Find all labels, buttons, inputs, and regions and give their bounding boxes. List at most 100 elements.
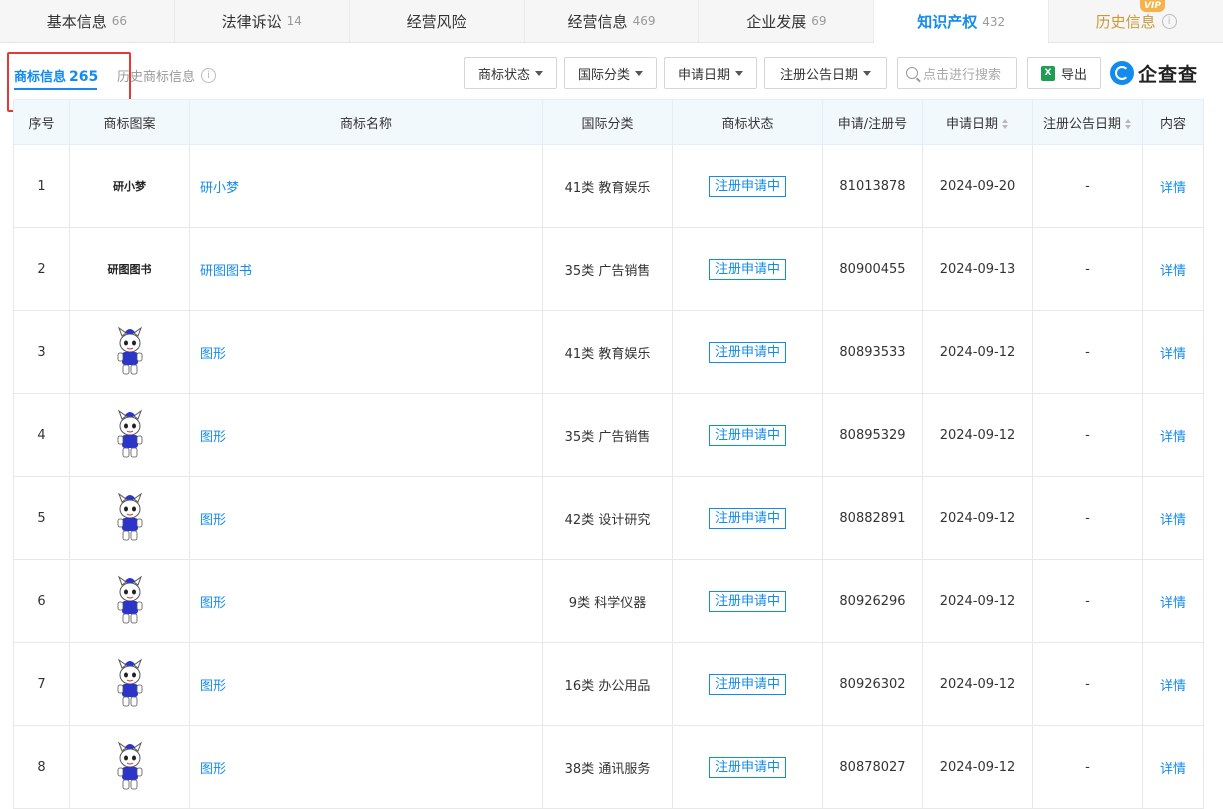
status-badge: 注册申请中 [708,756,786,778]
table-header-row: 序号 商标图案 商标名称 国际分类 商标状态 申请/注册号 申请日期 注册公告日… [13,99,1204,145]
detail-cell: 详情 [1142,144,1204,228]
tab-history-info[interactable]: 历史信息 i [1049,0,1223,42]
detail-link[interactable]: 详情 [1160,596,1186,611]
detail-cell: 详情 [1142,310,1204,394]
tab-count: 469 [632,14,656,28]
apply-date-filter-dropdown[interactable]: 申请日期 [664,57,757,89]
logo-text: 企查查 [1138,63,1199,86]
header-status: 商标状态 [672,99,823,145]
trademark-image-cell: 研小梦 [69,144,190,228]
search-icon [906,67,918,79]
apply-date-cell: 2024-09-12 [922,559,1033,643]
table-row: 8 图形 38类 通讯服务 注册申请中 80878027 2024-09-12- 详情 [13,725,1204,809]
trademark-name-cell: 图形 [189,476,543,560]
class-filter-dropdown[interactable]: 国际分类 [564,57,657,89]
apply-date-cell: 2024-09-12 [922,642,1033,726]
detail-cell: 详情 [1142,476,1204,560]
reg-no-cell: 80926302 [822,642,923,726]
status-badge: 注册申请中 [708,590,786,612]
tab-label: 经营风险 [406,12,467,31]
tab-basic-info[interactable]: 基本信息 66 [0,0,175,42]
row-number: 8 [13,725,70,809]
trademark-table: 序号 商标图案 商标名称 国际分类 商标状态 申请/注册号 申请日期 注册公告日… [13,99,1204,809]
table-row: 6 图形 9类 科学仪器 注册申请中 80926296 2024-09-12- 详情 [13,559,1204,643]
search-input[interactable]: 点击进行搜索 [897,57,1017,89]
tab-development[interactable]: 企业发展 69 [699,0,875,42]
trademark-image-cell [69,476,190,560]
notice-date-cell: - [1032,642,1143,726]
mascot-trademark-image [117,409,142,458]
trademark-image-text: 研图图书 [107,263,152,276]
sort-icon[interactable] [1002,119,1009,129]
status-cell: 注册申请中 [672,227,823,311]
tab-intellectual-property[interactable]: 知识产权 432 [874,0,1050,44]
status-filter-dropdown[interactable]: 商标状态 [464,57,557,89]
detail-link[interactable]: 详情 [1160,264,1186,279]
apply-date-cell: 2024-09-13 [922,227,1033,311]
tab-operating-risk[interactable]: 经营风险 [350,0,525,42]
trademark-name-link[interactable]: 图形 [200,679,226,694]
notice-date-cell: - [1032,227,1143,311]
class-cell: 35类 广告销售 [542,393,673,477]
sort-icon[interactable] [1125,119,1132,129]
detail-link[interactable]: 详情 [1160,679,1186,694]
detail-link[interactable]: 详情 [1160,513,1186,528]
trademark-name-link[interactable]: 研图图书 [200,264,252,279]
notice-date-cell: - [1032,393,1143,477]
header-image: 商标图案 [69,99,190,145]
search-placeholder: 点击进行搜索 [923,67,1002,83]
detail-link[interactable]: 详情 [1160,762,1186,777]
export-button[interactable]: X 导出 [1027,57,1101,89]
trademark-name-link[interactable]: 图形 [200,596,226,611]
detail-cell: 详情 [1142,642,1204,726]
trademark-name-link[interactable]: 图形 [200,347,226,362]
detail-link[interactable]: 详情 [1160,181,1186,196]
excel-icon: X [1040,65,1055,81]
apply-date-cell: 2024-09-12 [922,310,1033,394]
trademark-name-link[interactable]: 图形 [200,430,226,445]
status-cell: 注册申请中 [672,310,823,394]
info-icon[interactable]: i [1161,13,1177,29]
detail-cell: 详情 [1142,559,1204,643]
row-number: 2 [13,227,70,311]
detail-cell: 详情 [1142,393,1204,477]
mascot-trademark-image [117,326,142,375]
trademark-name-cell: 图形 [189,310,543,394]
detail-link[interactable]: 详情 [1160,430,1186,445]
trademark-image-cell [69,393,190,477]
trademark-name-link[interactable]: 研小梦 [200,181,239,196]
reg-no-cell: 80895329 [822,393,923,477]
header-notice-date[interactable]: 注册公告日期 [1032,99,1143,145]
tab-label: 法律诉讼 [221,12,282,31]
trademark-name-link[interactable]: 图形 [200,762,226,777]
header-detail: 内容 [1142,99,1204,145]
status-cell: 注册申请中 [672,642,823,726]
mascot-trademark-image [117,658,142,707]
detail-link[interactable]: 详情 [1160,347,1186,362]
apply-date-cell: 2024-09-12 [922,393,1033,477]
tab-label: 经营信息 [567,12,628,31]
class-cell: 42类 设计研究 [542,476,673,560]
class-cell: 41类 教育娱乐 [542,144,673,228]
trademark-name-cell: 图形 [189,393,543,477]
info-icon[interactable]: i [201,68,217,83]
tab-label: 知识产权 [917,13,978,31]
dropdown-label: 申请日期 [677,67,730,83]
notice-date-cell: - [1032,310,1143,394]
qichacha-logo: 企查查 [1110,59,1198,87]
tab-label: 企业发展 [746,12,807,31]
subtab-trademark-info[interactable]: 商标信息 265 [14,66,98,85]
header-apply-date[interactable]: 申请日期 [922,99,1033,145]
trademark-name-link[interactable]: 图形 [200,513,226,528]
mascot-trademark-image [117,575,142,624]
trademark-name-cell: 图形 [189,559,543,643]
notice-date-filter-dropdown[interactable]: 注册公告日期 [764,57,887,89]
tab-legal[interactable]: 法律诉讼 14 [175,0,350,42]
trademark-image-cell [69,559,190,643]
tab-operating-info[interactable]: 经营信息 469 [525,0,700,42]
status-badge: 注册申请中 [708,341,786,363]
subtab-active-underline [14,88,97,90]
table-row: 7 图形 16类 办公用品 注册申请中 80926302 2024-09-12- 详情 [13,642,1204,726]
subtab-history-trademark[interactable]: 历史商标信息 i [117,66,217,85]
reg-no-cell: 80926296 [822,559,923,643]
